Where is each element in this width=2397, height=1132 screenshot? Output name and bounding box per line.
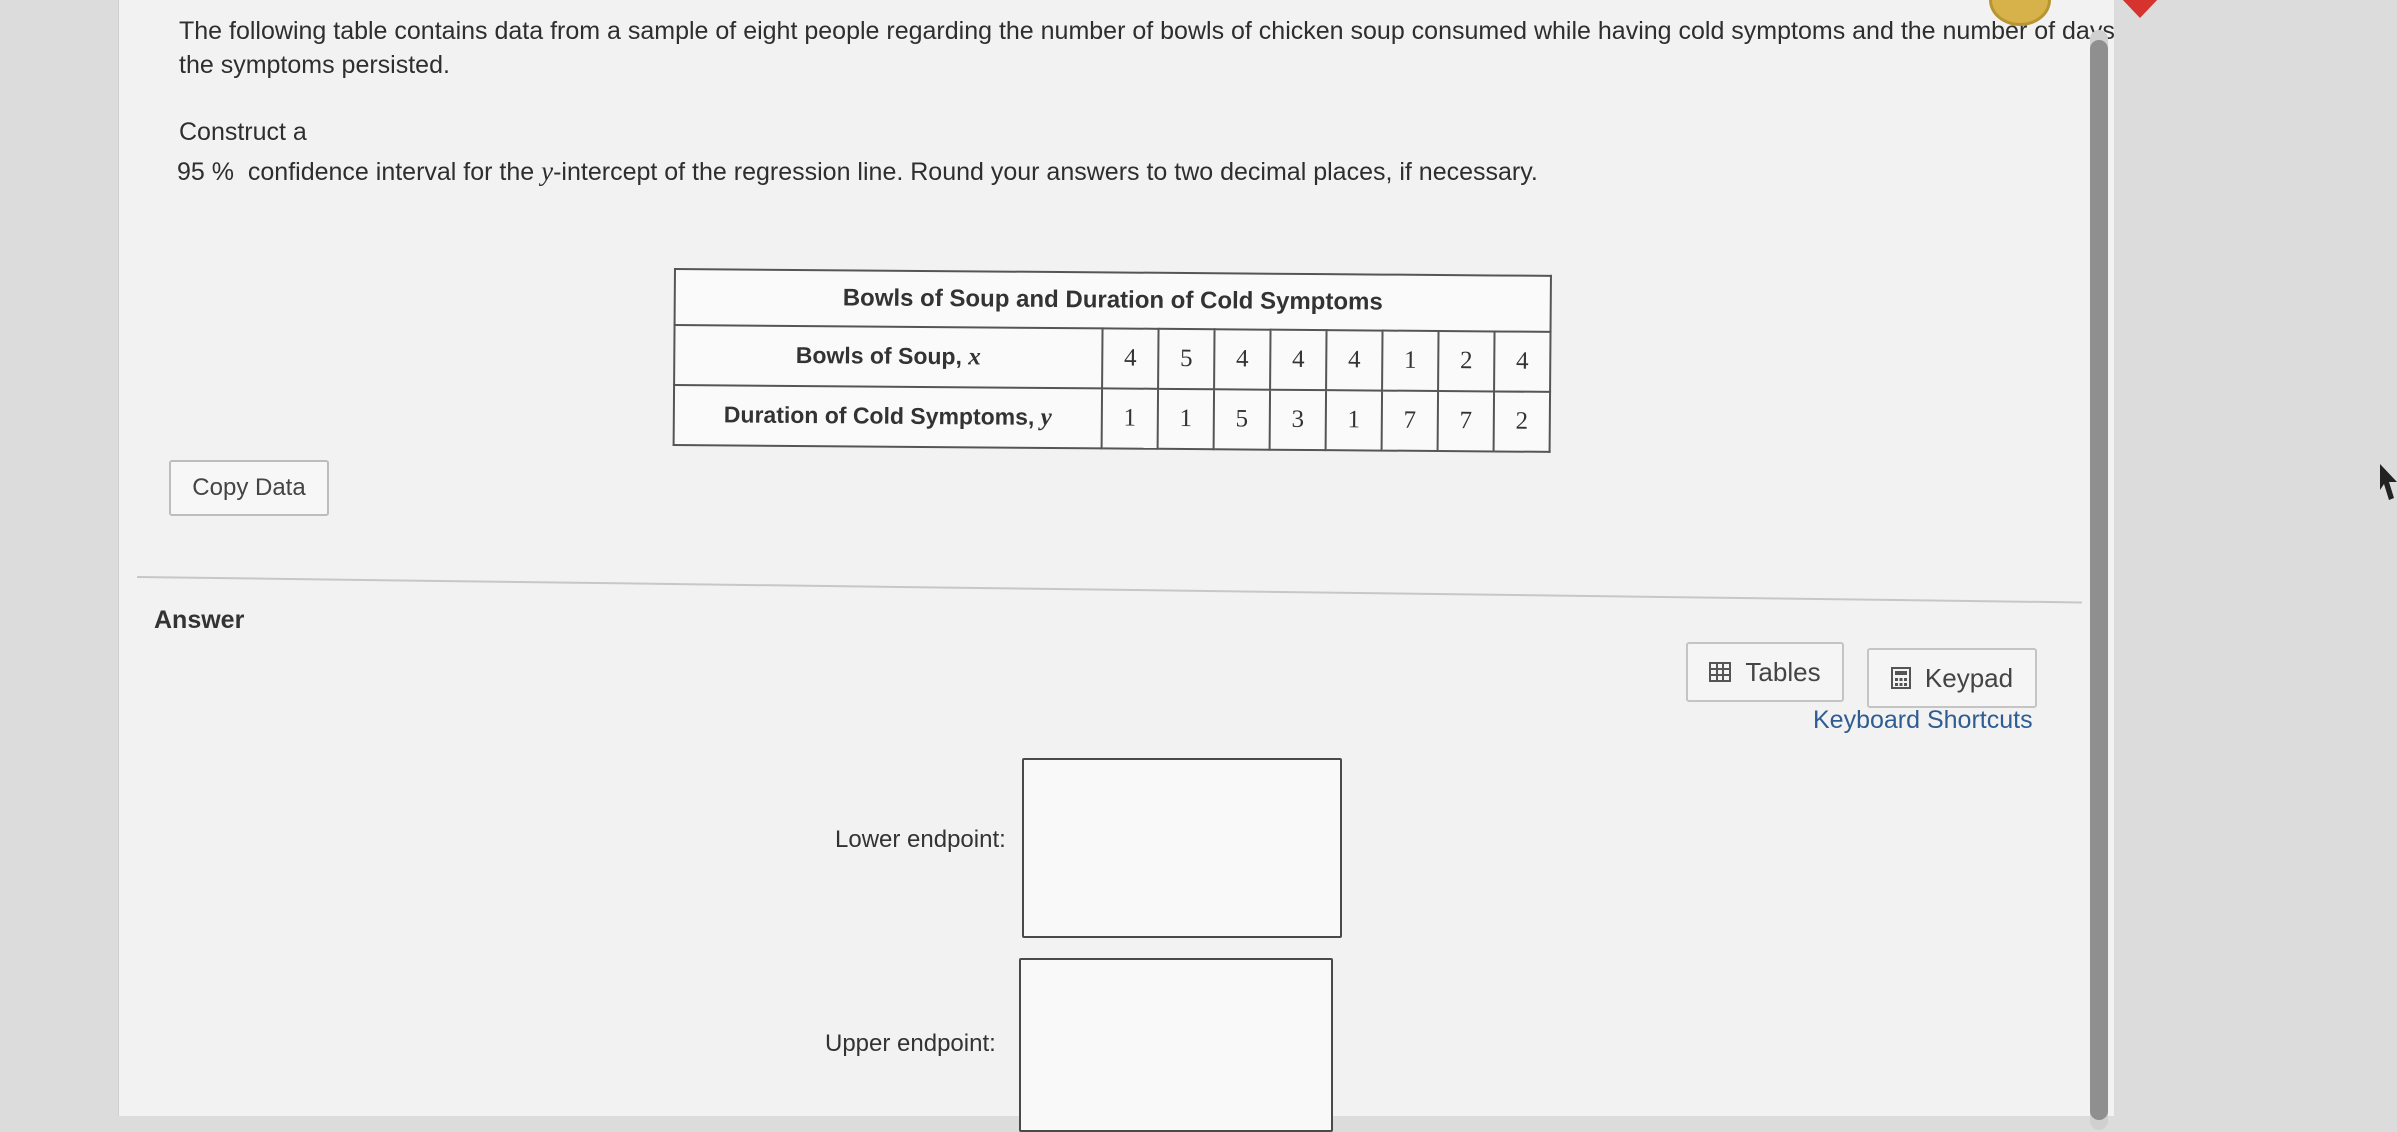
row-label-x: Bowls of Soup, x <box>674 325 1103 389</box>
table-cell: 3 <box>1269 389 1327 451</box>
upper-endpoint-input[interactable] <box>1019 958 1333 1132</box>
question-construct: Construct a <box>179 118 307 146</box>
row-label-text: Bowls of Soup, <box>795 341 969 370</box>
table-cell: 2 <box>1438 331 1495 392</box>
table-cell: 4 <box>1326 330 1383 391</box>
table-cell: 5 <box>1213 389 1271 450</box>
lower-endpoint-input[interactable] <box>1022 758 1342 938</box>
table-cell: 7 <box>1381 390 1439 452</box>
row-label-var: y <box>1040 403 1052 431</box>
table-grid-icon <box>1709 662 1732 682</box>
row-label-text: Duration of Cold Symptoms, <box>723 401 1041 430</box>
calculator-icon <box>1890 667 1911 689</box>
keyboard-shortcuts-link[interactable]: Keyboard Shortcuts <box>1813 706 2033 735</box>
upper-endpoint-label: Upper endpoint: <box>825 1030 996 1057</box>
scrollbar-thumb[interactable] <box>2090 40 2108 1120</box>
tables-button[interactable]: Tables <box>1686 642 1844 702</box>
answer-heading: Answer <box>154 606 245 634</box>
table-caption-row: Bowls of Soup and Duration of Cold Sympt… <box>674 269 1551 332</box>
table-cell: 1 <box>1101 388 1159 449</box>
ci-text-before: confidence interval for the <box>247 158 542 186</box>
heart-icon <box>2122 0 2158 18</box>
table-cell: 1 <box>1157 388 1215 450</box>
table-cell: 1 <box>1382 330 1439 392</box>
table-cell: 4 <box>1214 329 1271 390</box>
question-page: The following table contains data from a… <box>118 0 2158 1132</box>
data-table: Bowls of Soup and Duration of Cold Sympt… <box>672 268 1552 453</box>
copy-data-button[interactable]: Copy Data <box>169 460 329 516</box>
mouse-cursor-icon <box>2380 464 2397 500</box>
ci-level: 95 % <box>177 158 234 186</box>
table-cell: 2 <box>1493 391 1551 452</box>
question-ci-text: 95 % confidence interval for the y-inter… <box>177 156 1538 187</box>
section-divider <box>136 576 2082 604</box>
keypad-button-label: Keypad <box>1924 662 2014 693</box>
tables-button-label: Tables <box>1745 656 1821 687</box>
row-label-var: x <box>968 343 981 371</box>
lower-endpoint-label: Lower endpoint: <box>835 826 1006 853</box>
table-cell: 4 <box>1102 328 1159 389</box>
table-row-x: Bowls of Soup, x 4 5 4 4 4 1 2 4 <box>674 325 1551 392</box>
ci-variable: y <box>541 156 554 186</box>
table-cell: 1 <box>1325 390 1383 451</box>
table-cell: 7 <box>1437 391 1495 452</box>
table-title: Bowls of Soup and Duration of Cold Sympt… <box>674 269 1551 332</box>
keypad-button[interactable]: Keypad <box>1867 648 2037 708</box>
question-intro: The following table contains data from a… <box>179 17 2115 79</box>
table-cell: 5 <box>1158 328 1215 390</box>
row-label-y: Duration of Cold Symptoms, y <box>673 385 1103 449</box>
table-cell: 4 <box>1270 329 1327 391</box>
table-row-y: Duration of Cold Symptoms, y 1 1 5 3 1 7… <box>673 385 1551 452</box>
ci-text-after: -intercept of the regression line. Round… <box>553 158 1538 186</box>
table-cell: 4 <box>1494 331 1551 392</box>
